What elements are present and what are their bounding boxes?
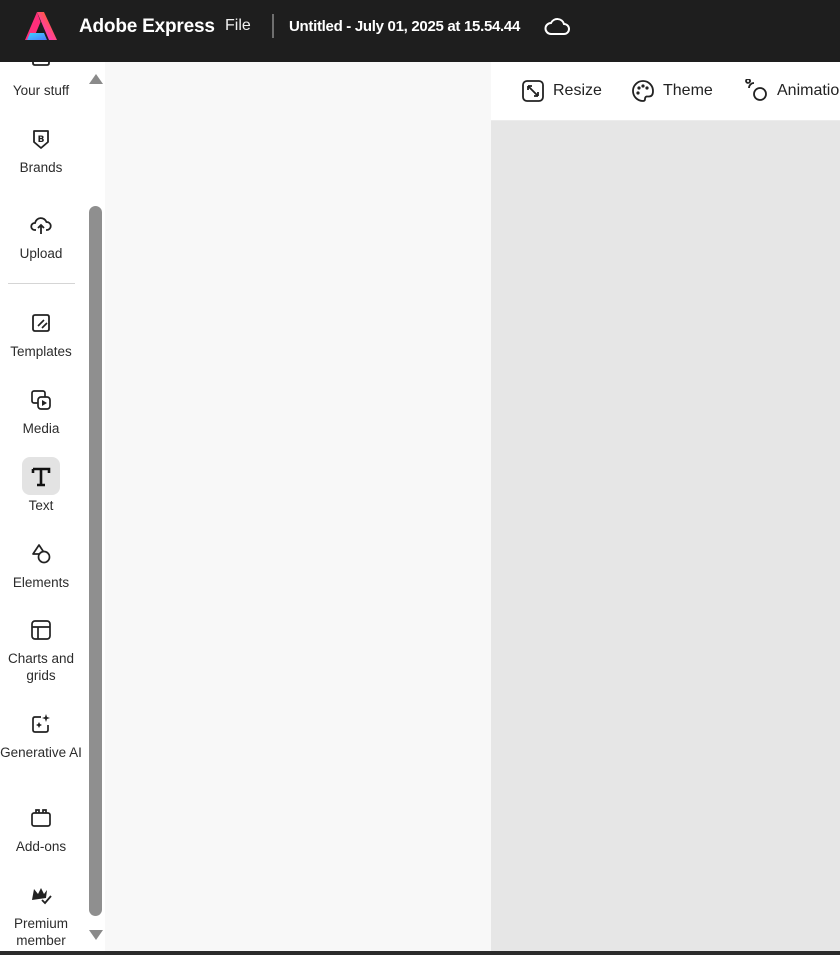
theme-label: Theme (663, 82, 713, 99)
theme-button[interactable]: Theme (631, 79, 713, 103)
crown-icon (32, 888, 52, 905)
rail-item-label: Text (28, 498, 54, 513)
rail-item-text[interactable]: Text (0, 466, 82, 514)
cloud-sync-icon[interactable] (543, 15, 571, 39)
rail-item-media[interactable]: Media (0, 389, 82, 437)
resize-button[interactable]: Resize (521, 79, 602, 103)
rail-item-add-ons[interactable]: Add-ons (0, 807, 82, 855)
left-rail: Your stuff B Brands Upload Templates Med… (0, 62, 105, 951)
animation-icon (745, 78, 767, 101)
addons-icon (31, 809, 51, 827)
rail-item-premium-member[interactable]: Premium member (0, 884, 82, 949)
resize-label: Resize (553, 82, 602, 99)
adobe-express-logo-icon[interactable] (24, 10, 58, 42)
rail-divider (8, 283, 75, 284)
rail-item-charts-and-grids[interactable]: Charts and grids (0, 619, 82, 684)
file-menu-button[interactable]: File (225, 17, 251, 35)
scroll-up-arrow[interactable] (89, 74, 103, 84)
rail-item-label: Generative AI (0, 745, 82, 760)
animation-button[interactable]: Animation (745, 78, 840, 103)
svg-text:B: B (38, 135, 45, 145)
media-icon (31, 390, 51, 410)
templates-icon (32, 314, 50, 332)
app-title[interactable]: Adobe Express (79, 16, 215, 38)
grid-icon (31, 620, 51, 640)
canvas-area: Resize Theme Animation (491, 62, 840, 951)
rail-item-elements[interactable]: Elements (0, 543, 82, 591)
shapes-icon (32, 544, 51, 564)
side-panel (105, 62, 491, 951)
rail-item-generative-ai[interactable]: Generative AI (0, 713, 82, 761)
canvas-toolbar: Resize Theme Animation (491, 62, 840, 121)
brand-icon: B (33, 130, 49, 149)
folder-icon (32, 62, 50, 66)
rail-item-label: Media (22, 421, 60, 436)
sparkle-icon (32, 714, 50, 733)
bottom-edge (0, 951, 840, 955)
rail-item-label: Brands (19, 160, 63, 175)
rail-item-label: Charts and grids (7, 651, 75, 683)
top-bar: Adobe Express File Untitled - July 01, 2… (0, 0, 840, 62)
rail-item-templates[interactable]: Templates (0, 312, 82, 360)
rail-item-label: Elements (12, 575, 70, 590)
rail-item-label: Upload (19, 246, 63, 261)
rail-item-label: Your stuff (12, 83, 70, 98)
cloud-upload-icon (30, 217, 52, 234)
resize-icon (522, 80, 544, 102)
scroll-down-arrow[interactable] (89, 930, 103, 940)
rail-scrollbar[interactable] (89, 206, 102, 916)
animation-label: Animation (777, 82, 840, 99)
header-divider (272, 14, 274, 38)
rail-item-brands[interactable]: B Brands (0, 128, 82, 176)
rail-item-your-stuff[interactable]: Your stuff (0, 62, 82, 99)
rail-item-label: Add-ons (15, 839, 67, 854)
palette-icon (632, 80, 654, 102)
document-title[interactable]: Untitled - July 01, 2025 at 15.54.44 (289, 18, 520, 35)
text-icon (31, 467, 51, 487)
rail-item-label: Premium member (13, 916, 68, 948)
rail-item-upload[interactable]: Upload (0, 214, 82, 262)
rail-item-label: Templates (10, 344, 72, 359)
